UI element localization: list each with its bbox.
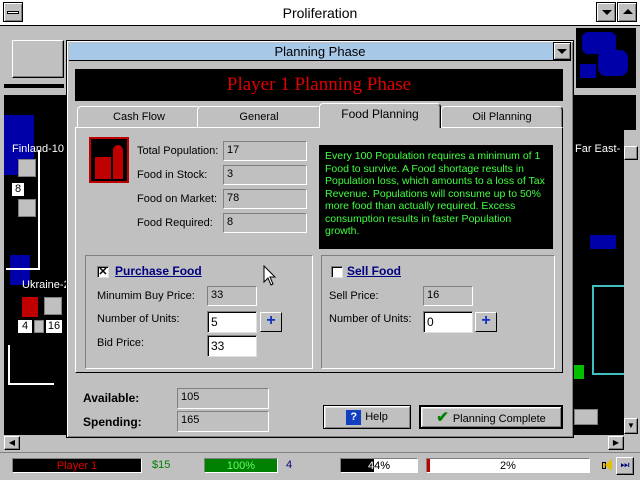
scroll-right-arrow-icon[interactable]: ▶: [608, 436, 624, 450]
minimap[interactable]: [576, 28, 636, 88]
planning-complete-button[interactable]: ✔ Planning Complete: [419, 405, 563, 429]
unit-icon[interactable]: [34, 320, 44, 333]
minimize-icon: [557, 49, 567, 54]
status-food-meter: 100%: [204, 458, 278, 473]
help-button[interactable]: ? Help: [323, 405, 411, 429]
maximize-button[interactable]: [617, 2, 637, 22]
purchase-food-link[interactable]: Purchase Food: [115, 264, 202, 278]
food-silo-icon: [89, 137, 129, 183]
purchase-food-checkbox[interactable]: ✕: [97, 266, 109, 278]
unit-count-badge: 4: [18, 320, 32, 333]
app-title-bar: Proliferation: [0, 0, 640, 26]
unit-icon[interactable]: [44, 297, 62, 315]
unit-icon[interactable]: [18, 199, 36, 217]
sell-food-checkbox[interactable]: [331, 266, 343, 278]
status-right-pct: 2%: [500, 460, 516, 472]
map-top-edge: [4, 84, 64, 88]
min-buy-price-label: Minumim Buy Price:: [97, 290, 195, 302]
sell-units-label: Number of Units:: [329, 313, 412, 325]
bid-price-label: Bid Price:: [97, 337, 145, 349]
status-money: $15: [152, 459, 171, 471]
minimize-button[interactable]: [596, 2, 616, 22]
scroll-left-arrow-icon[interactable]: ◀: [4, 436, 20, 450]
tab-general[interactable]: General: [197, 106, 321, 127]
scroll-down-arrow-icon[interactable]: ▼: [624, 418, 638, 434]
status-right-meter: 2%: [426, 458, 590, 473]
status-player: Player 1: [12, 458, 142, 473]
help-icon: ?: [346, 409, 362, 425]
dialog-minimize-button[interactable]: [553, 42, 571, 60]
status-mid-meter: 44%: [340, 458, 418, 473]
tab-food-planning[interactable]: Food Planning: [319, 103, 441, 128]
status-count: 4: [286, 459, 293, 471]
phase-banner: Player 1 Planning Phase: [75, 69, 563, 101]
buy-units-input[interactable]: 5: [207, 311, 257, 333]
status-bar: Player 1 $15 100% 4 44% 2% ⏭: [0, 452, 640, 480]
region-label-ukraine: Ukraine-2: [22, 279, 70, 291]
food-in-stock-value: 3: [223, 165, 307, 185]
planning-complete-label: Planning Complete: [452, 413, 546, 425]
planning-dialog: Planning Phase Player 1 Planning Phase C…: [66, 40, 574, 438]
vertical-scrollbar[interactable]: ▼: [624, 130, 638, 436]
end-turn-icon[interactable]: ⏭: [616, 457, 634, 475]
available-label: Available:: [83, 391, 140, 405]
food-on-market-label: Food on Market:: [137, 193, 218, 205]
sell-units-plus-button[interactable]: +: [475, 312, 497, 332]
food-info-text: Every 100 Population requires a minimum …: [319, 145, 553, 249]
total-population-label: Total Population:: [137, 145, 219, 157]
available-value: 105: [177, 388, 269, 409]
status-mid-pct: 44%: [367, 460, 391, 472]
region-label-far-east: Far East-: [575, 143, 621, 155]
sell-price-value: 16: [423, 286, 473, 306]
unit-count-badge: 8: [12, 183, 24, 196]
horizontal-scrollbar[interactable]: ◀ ▶: [4, 436, 624, 450]
bid-price-input[interactable]: 33: [207, 335, 257, 357]
checkmark-icon: ✔: [436, 409, 449, 426]
minimize-icon: [602, 10, 612, 15]
help-button-label: Help: [365, 411, 388, 423]
sell-food-link[interactable]: Sell Food: [347, 264, 401, 278]
sell-price-label: Sell Price:: [329, 290, 379, 302]
buy-units-label: Number of Units:: [97, 313, 180, 325]
spending-value: 165: [177, 411, 269, 432]
scroll-thumb[interactable]: [624, 146, 638, 160]
app-title: Proliferation: [282, 5, 358, 21]
food-in-stock-label: Food in Stock:: [137, 169, 208, 181]
map-arrow-icon[interactable]: [574, 409, 598, 425]
unit-icon[interactable]: [18, 159, 36, 177]
status-food-pct: 100%: [226, 460, 256, 472]
tab-cash-flow[interactable]: Cash Flow: [77, 106, 201, 127]
system-menu-button[interactable]: [3, 2, 23, 22]
region-label-finland: Finland-10: [12, 143, 64, 155]
system-menu-icon: [7, 11, 19, 14]
food-on-market-value: 78: [223, 189, 307, 209]
tab-oil-planning[interactable]: Oil Planning: [441, 106, 563, 127]
factory-icon[interactable]: [22, 297, 38, 317]
food-required-label: Food Required:: [137, 217, 213, 229]
unit-marker[interactable]: [574, 365, 584, 379]
maximize-icon: [623, 9, 633, 14]
dialog-title-bar: Planning Phase: [69, 42, 571, 61]
unit-count-badge: 16: [46, 320, 62, 333]
buy-units-plus-button[interactable]: +: [260, 312, 282, 332]
min-buy-price-value: 33: [207, 286, 257, 306]
spending-label: Spending:: [83, 415, 142, 429]
sell-units-input[interactable]: 0: [423, 311, 473, 333]
dialog-title: Planning Phase: [274, 44, 366, 59]
map-panel-button[interactable]: [12, 40, 64, 78]
speaker-icon[interactable]: [602, 458, 614, 473]
food-required-value: 8: [223, 213, 307, 233]
total-population-value: 17: [223, 141, 307, 161]
mouse-cursor-icon: [263, 265, 277, 286]
